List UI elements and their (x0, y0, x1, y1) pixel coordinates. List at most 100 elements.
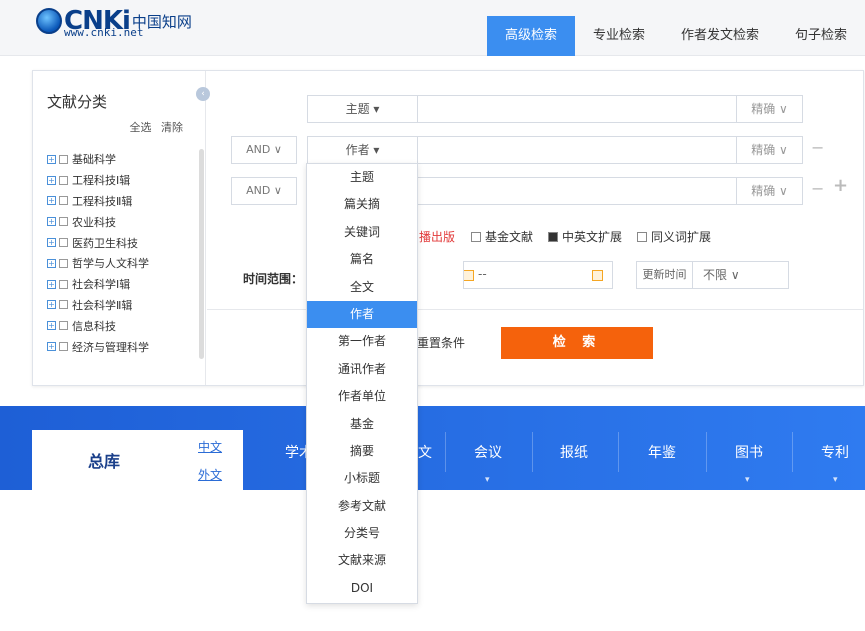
category-label: 信息科技 (72, 319, 116, 333)
category-label: 社会科学Ⅱ辑 (72, 298, 133, 312)
update-time-value[interactable]: 不限 ∨ (703, 262, 740, 288)
menu-item[interactable]: 篇关摘 (307, 191, 417, 218)
expand-icon[interactable]: + (47, 238, 56, 248)
checkbox[interactable] (59, 238, 68, 248)
category-label: 哲学与人文科学 (72, 257, 149, 271)
tab-thesis[interactable]: 文 (418, 442, 432, 462)
checkbox[interactable] (59, 279, 68, 289)
checkbox[interactable] (59, 258, 68, 268)
menu-item[interactable]: 分类号 (307, 520, 417, 547)
list-item[interactable]: + 农业科技 (47, 211, 199, 232)
tab-advanced-search[interactable]: 高级检索 (486, 16, 575, 56)
fund-option[interactable]: 基金文献 (471, 228, 533, 245)
chevron-down-icon[interactable]: ▾ (485, 475, 490, 485)
checkbox[interactable] (471, 231, 481, 242)
synonym-expand-option[interactable]: 同义词扩展 (637, 228, 711, 245)
precision-select-2[interactable]: 精确 ∨ (736, 137, 802, 163)
menu-item[interactable]: 基金 (307, 411, 417, 438)
tab-books[interactable]: 图书 (735, 442, 763, 462)
list-item[interactable]: + 工程科技Ⅱ辑 (47, 191, 199, 212)
menu-item[interactable]: DOI (307, 575, 417, 602)
category-label: 医药卫生科技 (72, 236, 138, 250)
end-date-field[interactable]: -- (463, 261, 613, 289)
tab-author-search[interactable]: 作者发文检索 (663, 16, 777, 56)
checkbox[interactable] (59, 175, 68, 185)
chinese-link[interactable]: 中文 (198, 438, 222, 455)
menu-item[interactable]: 文献来源 (307, 547, 417, 574)
sidebar-scrollbar[interactable] (199, 149, 204, 359)
expand-icon[interactable]: + (47, 342, 56, 352)
list-item[interactable]: + 基础科学 (47, 149, 199, 170)
tab-sentence-search[interactable]: 句子检索 (777, 16, 865, 56)
category-label: 基础科学 (72, 153, 116, 167)
search-row-1: 主题 ▾ 精确 ∨ (307, 95, 803, 123)
total-library-tab[interactable]: 总库 中文 外文 (32, 430, 243, 490)
tab-patent[interactable]: 专利 (821, 442, 849, 462)
menu-item[interactable]: 通讯作者 (307, 356, 417, 383)
field-select-2[interactable]: 作者 ▾ (308, 137, 418, 163)
menu-item[interactable]: 全文 (307, 274, 417, 301)
collapse-icon[interactable]: ‹ (196, 87, 210, 101)
remove-row-icon[interactable]: − (811, 138, 824, 157)
calendar-icon[interactable] (592, 270, 603, 281)
checkbox[interactable] (637, 231, 648, 242)
list-item[interactable]: + 信息科技 (47, 315, 199, 336)
menu-item[interactable]: 主题 (307, 164, 417, 191)
date-dash: -- (478, 267, 487, 281)
foreign-link[interactable]: 外文 (198, 466, 222, 483)
checkbox[interactable] (59, 154, 68, 164)
checkbox-checked[interactable] (548, 231, 559, 242)
checkbox[interactable] (59, 321, 68, 331)
chevron-down-icon[interactable]: ▾ (833, 475, 838, 485)
menu-item[interactable]: 作者单位 (307, 383, 417, 410)
list-item[interactable]: + 经济与管理科学 (47, 336, 199, 357)
list-item[interactable]: + 哲学与人文科学 (47, 253, 199, 274)
select-all-link[interactable]: 全选 (130, 121, 152, 134)
tab-yearbook[interactable]: 年鉴 (648, 442, 676, 462)
logic-select-2[interactable]: AND ∨ (231, 136, 297, 164)
checkbox[interactable] (59, 300, 68, 310)
list-item[interactable]: + 医药卫生科技 (47, 232, 199, 253)
list-item[interactable]: + 社会科学Ⅱ辑 (47, 295, 199, 316)
logic-select-3[interactable]: AND ∨ (231, 177, 297, 205)
remove-row-icon[interactable]: − (811, 179, 824, 198)
reset-button[interactable]: 重置条件 (417, 334, 465, 351)
field-dropdown-menu: 主题 篇关摘 关键词 篇名 全文 作者 第一作者 通讯作者 作者单位 基金 摘要… (306, 163, 418, 604)
precision-select-1[interactable]: 精确 ∨ (736, 96, 802, 122)
expand-icon[interactable]: + (47, 300, 56, 310)
search-options: 基金文献 中英文扩展 同义词扩展 (471, 228, 711, 245)
cn-en-expand-option[interactable]: 中英文扩展 (548, 228, 622, 245)
logo-url: www.cnki.net (64, 26, 144, 39)
chevron-down-icon[interactable]: ▾ (745, 475, 750, 485)
expand-icon[interactable]: + (47, 258, 56, 268)
expand-icon[interactable]: + (47, 175, 56, 185)
checkbox[interactable] (59, 196, 68, 206)
tab-professional-search[interactable]: 专业检索 (575, 16, 663, 56)
menu-item-selected[interactable]: 作者 (307, 300, 417, 329)
expand-icon[interactable]: + (47, 154, 56, 164)
menu-item[interactable]: 篇名 (307, 246, 417, 273)
search-button[interactable]: 检 索 (501, 327, 653, 359)
list-item[interactable]: + 社会科学Ⅰ辑 (47, 274, 199, 295)
update-time-select[interactable]: 更新时间 不限 ∨ (636, 261, 789, 289)
list-item[interactable]: + 工程科技Ⅰ辑 (47, 170, 199, 191)
checkbox[interactable] (59, 217, 68, 227)
menu-item[interactable]: 关键词 (307, 219, 417, 246)
clear-link[interactable]: 清除 (161, 121, 183, 134)
checkbox[interactable] (59, 342, 68, 352)
tab-newspaper[interactable]: 报纸 (560, 442, 588, 462)
menu-item[interactable]: 摘要 (307, 438, 417, 465)
expand-icon[interactable]: + (47, 279, 56, 289)
expand-icon[interactable]: + (47, 196, 56, 206)
tab-conference[interactable]: 会议 (474, 442, 502, 462)
published-option[interactable]: 播出版 (419, 228, 455, 245)
precision-select-3[interactable]: 精确 ∨ (736, 178, 802, 204)
add-row-icon[interactable]: + (833, 175, 848, 196)
expand-icon[interactable]: + (47, 217, 56, 227)
menu-item[interactable]: 参考文献 (307, 493, 417, 520)
field-select-1[interactable]: 主题 ▾ (308, 96, 418, 122)
menu-item[interactable]: 第一作者 (307, 328, 417, 355)
search-panel: 文献分类 全选 清除 + 基础科学 + 工程科技Ⅰ辑 + 工程科技Ⅱ辑 + 农业科技 +… (32, 70, 864, 386)
menu-item[interactable]: 小标题 (307, 465, 417, 492)
expand-icon[interactable]: + (47, 321, 56, 331)
